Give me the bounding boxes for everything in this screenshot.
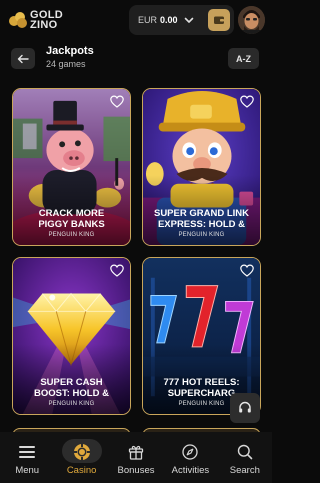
arrow-left-icon (17, 54, 29, 63)
game-provider: PENGUIN KING (178, 232, 225, 238)
game-title: SUPER CASH BOOST: HOLD & (34, 377, 109, 399)
nav-item-bonuses[interactable]: Bonuses (109, 432, 163, 483)
section-game-count: 24 games (46, 59, 86, 69)
heart-icon[interactable] (240, 264, 254, 277)
headset-icon (239, 401, 251, 413)
user-avatar[interactable] (238, 6, 265, 34)
back-button[interactable] (11, 48, 35, 69)
nav-item-menu[interactable]: Menu (0, 432, 54, 483)
wallet-amount: 0.00 (160, 15, 178, 25)
game-card[interactable]: SUPER CASH BOOST: HOLD & PENGUIN KING (12, 257, 131, 415)
game-provider: PENGUIN KING (48, 401, 95, 407)
game-title: CRACK MORE PIGGY BANKS (38, 208, 105, 230)
nav-item-label: Menu (15, 465, 40, 476)
nav-item-activities[interactable]: Activities (163, 432, 217, 483)
game-provider: PENGUIN KING (48, 232, 95, 238)
heart-icon[interactable] (240, 95, 254, 108)
coins-logo-icon (8, 12, 28, 28)
game-title: SUPER GRAND LINK EXPRESS: HOLD & (153, 208, 249, 230)
nav-item-casino[interactable]: Casino (54, 432, 108, 483)
nav-item-search[interactable]: Search (218, 432, 272, 483)
brand-logo[interactable]: GOLD ZINO (8, 10, 63, 31)
casino-chip-icon (73, 443, 91, 461)
game-card[interactable]: SUPER GRAND LINK EXPRESS: HOLD & PENGUIN… (142, 88, 261, 246)
wallet-button[interactable] (208, 9, 230, 31)
wallet-currency: EUR (138, 15, 158, 25)
wallet-icon (214, 16, 224, 24)
game-card[interactable]: CRACK MORE PIGGY BANKS PENGUIN KING (12, 88, 131, 246)
nav-item-label: Activities (171, 465, 210, 476)
search-icon (236, 443, 254, 461)
nav-item-label: Bonuses (117, 465, 155, 476)
avatar-icon (238, 6, 265, 34)
logo-text-line2: ZINO (30, 19, 58, 31)
sort-az-button[interactable]: A-Z (228, 48, 259, 69)
nav-item-label: Casino (66, 465, 97, 476)
support-chat-button[interactable] (230, 393, 260, 423)
nav-item-label: Search (229, 465, 260, 476)
heart-icon[interactable] (110, 95, 124, 108)
wallet-balance-dropdown[interactable]: EUR 0.00 (129, 5, 234, 35)
section-title: Jackpots (46, 45, 94, 57)
menu-icon (18, 443, 36, 461)
compass-icon (181, 443, 199, 461)
chevron-down-icon (184, 17, 193, 23)
heart-icon[interactable] (110, 264, 124, 277)
gift-icon (127, 443, 145, 461)
bottom-navigation: Menu Casino Bonuses Activities Search (0, 432, 272, 483)
game-card[interactable]: 777 HOT REELS: SUPERCHARG PENGUIN KING (142, 257, 261, 415)
